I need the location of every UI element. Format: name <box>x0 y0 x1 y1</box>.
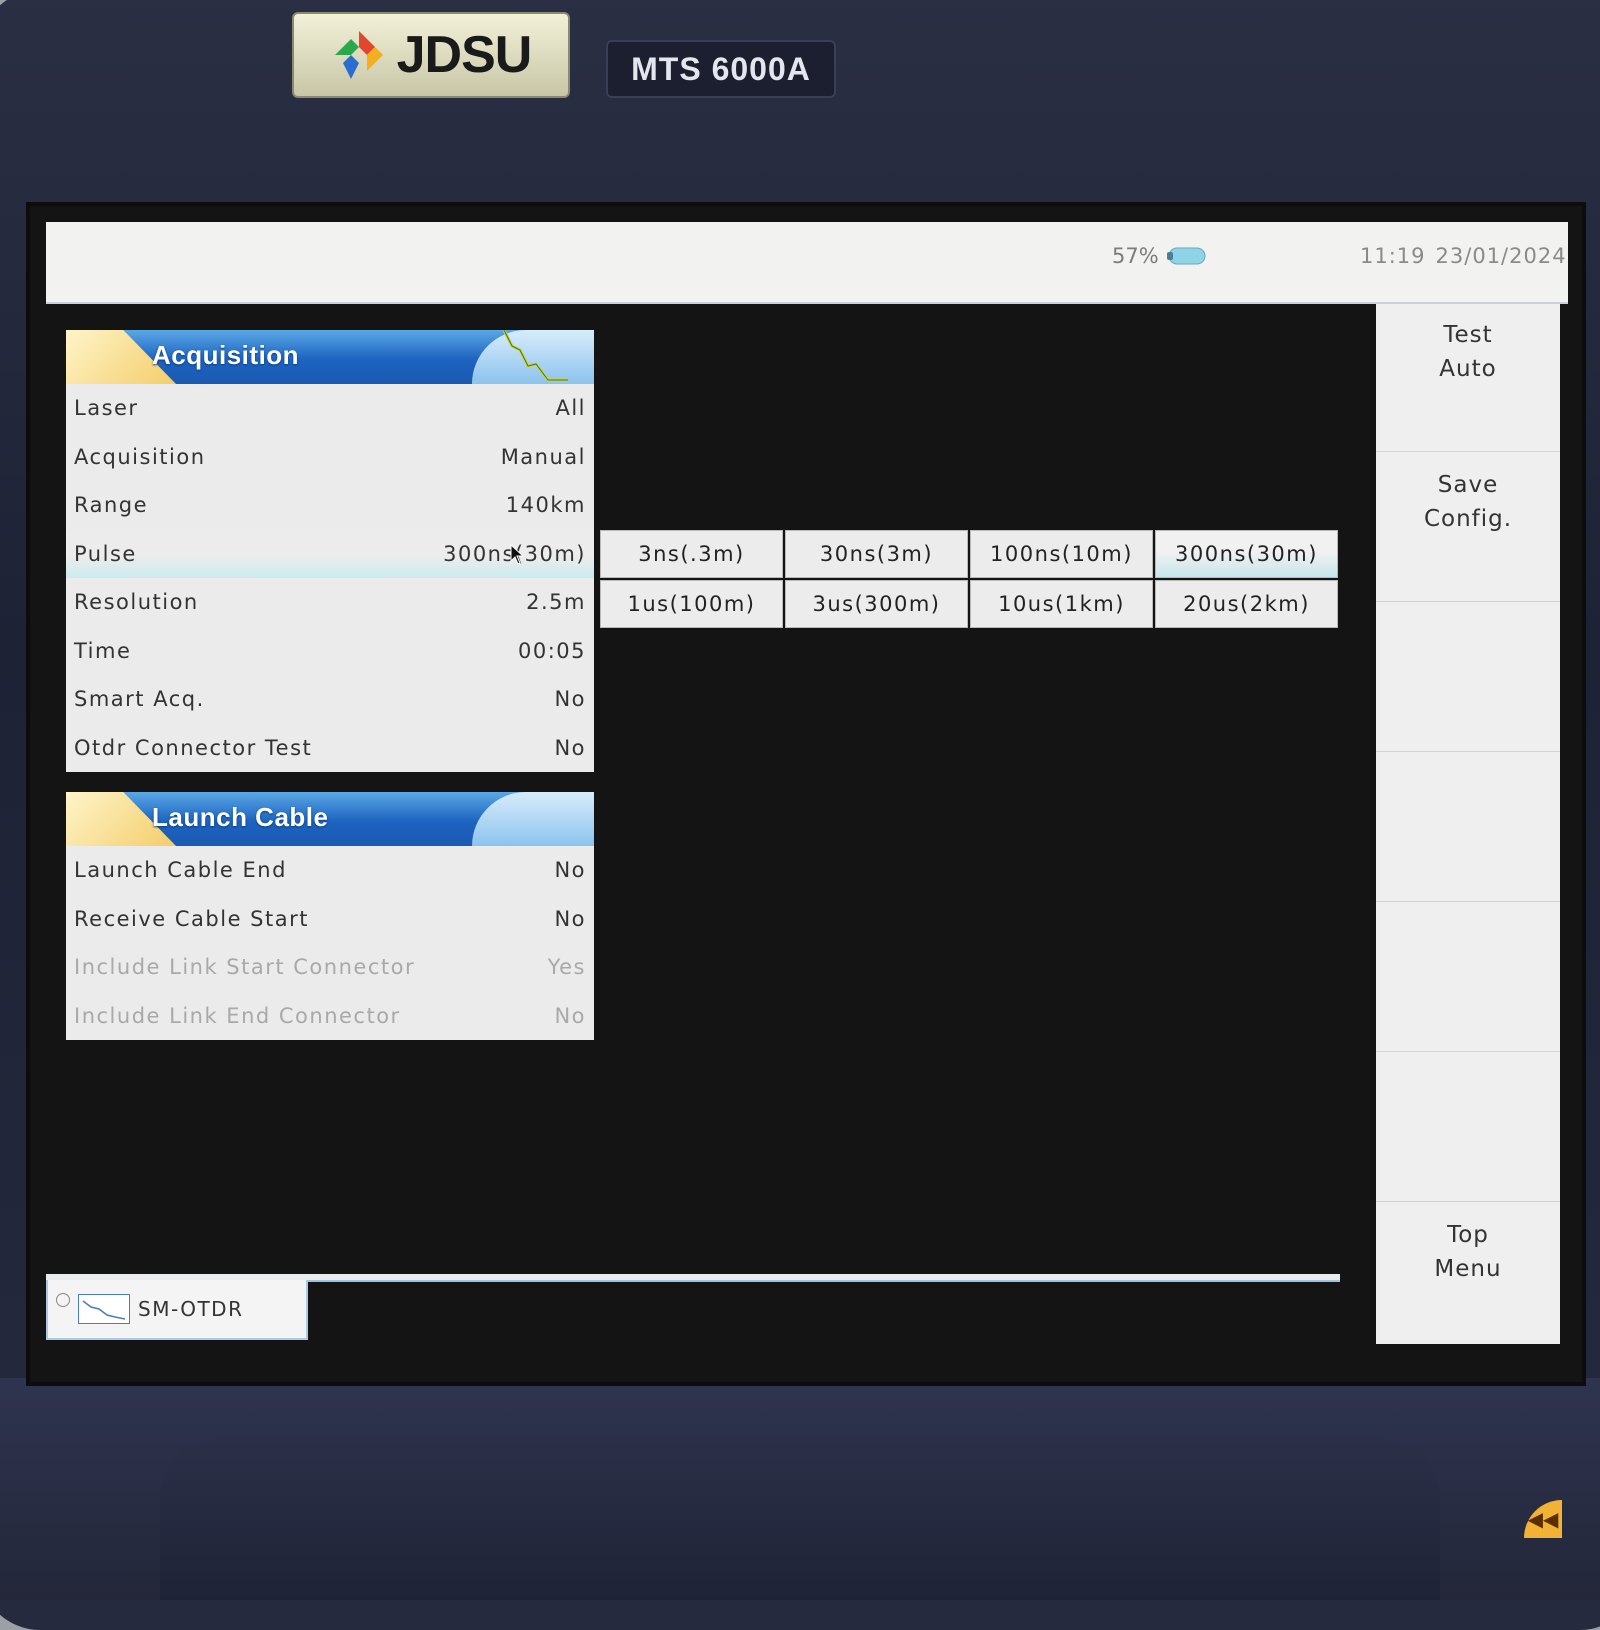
softkey-6-button[interactable] <box>1376 1054 1560 1202</box>
button-label-line: Config. <box>1423 506 1513 532</box>
smart-acq-setting-row[interactable]: Smart Acq. No <box>66 675 594 724</box>
brand-logo-plate: JDSU <box>292 12 570 98</box>
pulse-option-3us[interactable]: 3us(300m) <box>785 580 968 628</box>
button-label-line: Menu <box>1434 1256 1502 1282</box>
model-name: MTS 6000A <box>606 40 836 98</box>
setting-label: Receive Cable Start <box>74 906 309 931</box>
time-readout: 11:19 <box>1360 244 1426 268</box>
setting-label: Pulse <box>74 541 137 566</box>
range-setting-row[interactable]: Range 140km <box>66 481 594 530</box>
time-setting-row[interactable]: Time 00:05 <box>66 627 594 676</box>
launch-cable-panel: Launch Cable Launch Cable End No Receive… <box>66 792 594 1040</box>
setting-value: No <box>554 906 586 931</box>
setting-label: Resolution <box>74 590 199 615</box>
mouse-pointer-icon <box>510 544 525 565</box>
clock: 11:19 23/01/2024 <box>1360 244 1567 268</box>
softkey-5-button[interactable] <box>1376 904 1560 1052</box>
top-menu-button[interactable]: Top Menu <box>1376 1204 1560 1352</box>
battery-icon <box>1167 247 1206 265</box>
brand-name: JDSU <box>396 26 533 84</box>
setting-value: All <box>555 396 586 421</box>
setting-label: Include Link Start Connector <box>74 955 416 980</box>
otdr-connector-test-setting-row[interactable]: Otdr Connector Test No <box>66 724 594 773</box>
setting-label: Smart Acq. <box>74 687 205 712</box>
setting-value: Manual <box>500 444 586 469</box>
pulse-options-grid: 3ns(.3m) 30ns(3m) 100ns(10m) 300ns(30m) … <box>600 530 1342 628</box>
acquisition-mode-setting-row[interactable]: Acquisition Manual <box>66 433 594 482</box>
button-label-line: Test <box>1443 322 1493 348</box>
button-label-line: Top <box>1447 1222 1489 1248</box>
setting-value: No <box>554 687 586 712</box>
resolution-setting-row[interactable]: Resolution 2.5m <box>66 578 594 627</box>
setting-label: Range <box>74 493 149 518</box>
setting-value: Yes <box>547 955 586 980</box>
setting-value: No <box>554 735 586 760</box>
setting-label: Laser <box>74 396 139 421</box>
button-label-line: Auto <box>1439 356 1497 382</box>
otdr-trace-icon <box>502 330 568 382</box>
acquisition-panel-title: Acquisition <box>152 340 300 370</box>
pulse-option-30ns[interactable]: 30ns(3m) <box>785 530 968 578</box>
setting-value: 2.5m <box>526 590 586 615</box>
date-readout: 23/01/2024 <box>1435 244 1567 268</box>
tab-label: SM-OTDR <box>138 1297 244 1321</box>
jdsu-logo-icon <box>334 31 383 79</box>
side-softkey-menu: Test Auto Save Config. Top Menu <box>1376 304 1560 1344</box>
pulse-option-3ns[interactable]: 3ns(.3m) <box>600 530 783 578</box>
button-label-line: Save <box>1437 472 1499 498</box>
lower-bezel <box>0 1378 1600 1600</box>
include-link-end-connector-row: Include Link End Connector No <box>66 992 594 1041</box>
setting-value: No <box>554 858 586 883</box>
tab-radio-icon <box>56 1293 70 1307</box>
setting-label: Acquisition <box>74 444 206 469</box>
setting-value: No <box>554 1003 586 1028</box>
include-link-start-connector-row: Include Link Start Connector Yes <box>66 943 594 992</box>
launch-cable-panel-header: Launch Cable <box>66 792 594 846</box>
softkey-3-button[interactable] <box>1376 604 1560 752</box>
receive-cable-start-setting-row[interactable]: Receive Cable Start No <box>66 895 594 944</box>
setting-label: Otdr Connector Test <box>74 735 313 760</box>
setting-label: Time <box>74 638 132 663</box>
pulse-option-300ns[interactable]: 300ns(30m) <box>1155 530 1338 578</box>
setting-value: 140km <box>505 493 586 518</box>
battery-percentage: 57% <box>1112 244 1159 268</box>
acquisition-panel-header: Acquisition <box>66 330 594 384</box>
otdr-tab-icon <box>78 1294 130 1324</box>
laser-setting-row[interactable]: Laser All <box>66 384 594 433</box>
save-config-button[interactable]: Save Config. <box>1376 454 1560 602</box>
test-auto-button[interactable]: Test Auto <box>1376 304 1560 452</box>
launch-cable-end-setting-row[interactable]: Launch Cable End No <box>66 846 594 895</box>
launch-cable-panel-title: Launch Cable <box>152 802 329 832</box>
pulse-option-1us[interactable]: 1us(100m) <box>600 580 783 628</box>
softkey-4-button[interactable] <box>1376 754 1560 902</box>
setting-label: Include Link End Connector <box>74 1003 401 1028</box>
setting-value: 00:05 <box>517 638 586 663</box>
pulse-option-100ns[interactable]: 100ns(10m) <box>970 530 1153 578</box>
tab-sm-otdr[interactable]: SM-OTDR <box>46 1280 308 1340</box>
pulse-option-20us[interactable]: 20us(2km) <box>1155 580 1338 628</box>
pulse-option-10us[interactable]: 10us(1km) <box>970 580 1153 628</box>
status-bar: 57% 11:19 23/01/2024 <box>46 222 1568 304</box>
screen: 57% 11:19 23/01/2024 Acquisition Laser Al… <box>26 202 1586 1538</box>
setting-label: Launch Cable End <box>74 858 287 883</box>
